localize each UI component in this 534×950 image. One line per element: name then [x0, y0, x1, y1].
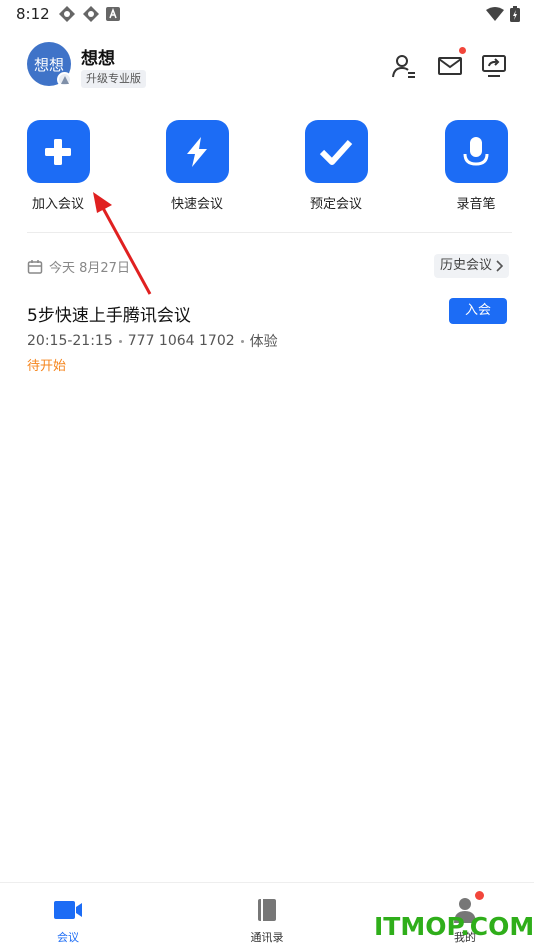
- wifi-icon: [486, 7, 504, 21]
- schedule-meeting-label: 预定会议: [309, 197, 362, 212]
- meta-separator: [240, 339, 244, 343]
- nav-contacts[interactable]: 通讯录: [227, 897, 307, 945]
- schedule-meeting-tile[interactable]: [304, 120, 368, 183]
- meeting-time: 20:15-21:15: [27, 333, 113, 349]
- quick-meeting-action[interactable]: 快速会议: [147, 120, 247, 212]
- section-divider: [27, 232, 512, 233]
- schedule-meeting-action[interactable]: 预定会议: [286, 120, 386, 212]
- nav-notification-dot: [475, 891, 484, 900]
- avatar-text: 想想: [33, 55, 64, 74]
- add-contact-button[interactable]: [390, 52, 418, 80]
- watermark: ITMOP.COM: [374, 912, 534, 941]
- text-a-icon: [106, 7, 120, 21]
- app-notification-icon: [83, 6, 99, 22]
- plus-icon: [45, 138, 71, 165]
- join-meeting-action[interactable]: 加入会议: [8, 120, 108, 212]
- battery-charging-icon: [510, 6, 520, 22]
- contacts-book-icon: [258, 899, 276, 921]
- nav-contacts-label: 通讯录: [250, 931, 284, 944]
- mail-icon: [438, 57, 462, 75]
- meeting-status: 待开始: [27, 359, 67, 374]
- lightning-icon: [187, 136, 207, 167]
- status-notification-icons: [58, 6, 120, 22]
- status-system-icons: [486, 6, 520, 22]
- calendar-icon: [27, 259, 43, 274]
- status-time: 8:12: [16, 5, 50, 23]
- upgrade-pro-badge[interactable]: 升级专业版: [81, 70, 146, 88]
- screen-share-icon: [482, 55, 506, 77]
- chevron-right-icon: [496, 260, 504, 272]
- notification-dot: [458, 46, 467, 55]
- nav-meetings-label: 会议: [57, 931, 79, 944]
- account-badge-icon: [57, 72, 72, 87]
- meeting-meta: 20:15-21:15 777 1064 1702 体验: [27, 331, 278, 351]
- meeting-title[interactable]: 5步快速上手腾讯会议: [27, 301, 191, 326]
- history-meetings-label: 历史会议: [440, 258, 493, 273]
- messages-button[interactable]: [436, 52, 464, 80]
- voice-recorder-tile[interactable]: [444, 120, 508, 183]
- app-notification-icon: [59, 6, 75, 22]
- quick-actions: 加入会议 快速会议 预定会议 录音笔: [0, 120, 534, 215]
- voice-recorder-label: 录音笔: [456, 197, 496, 212]
- join-meeting-label: 加入会议: [31, 197, 84, 212]
- join-meeting-tile[interactable]: [26, 120, 90, 183]
- person-add-icon: [392, 55, 415, 78]
- user-name[interactable]: 想想: [81, 44, 115, 69]
- microphone-icon: [463, 136, 489, 166]
- screen-cast-button[interactable]: [480, 52, 508, 80]
- date-row: 今天 8月27日: [27, 257, 130, 276]
- join-button[interactable]: 入会: [449, 298, 507, 324]
- quick-meeting-tile[interactable]: [165, 120, 229, 183]
- check-icon: [319, 139, 353, 165]
- meeting-type: 体验: [249, 334, 278, 350]
- history-meetings-button[interactable]: 历史会议: [434, 254, 510, 278]
- quick-meeting-label: 快速会议: [170, 197, 223, 212]
- voice-recorder-action[interactable]: 录音笔: [426, 120, 526, 212]
- meeting-id: 777 1064 1702: [127, 333, 235, 349]
- date-label: 今天 8月27日: [49, 261, 130, 276]
- status-bar: 8:12: [0, 0, 534, 28]
- meta-separator: [118, 339, 122, 343]
- video-camera-icon: [54, 901, 82, 919]
- nav-meetings[interactable]: 会议: [28, 897, 108, 945]
